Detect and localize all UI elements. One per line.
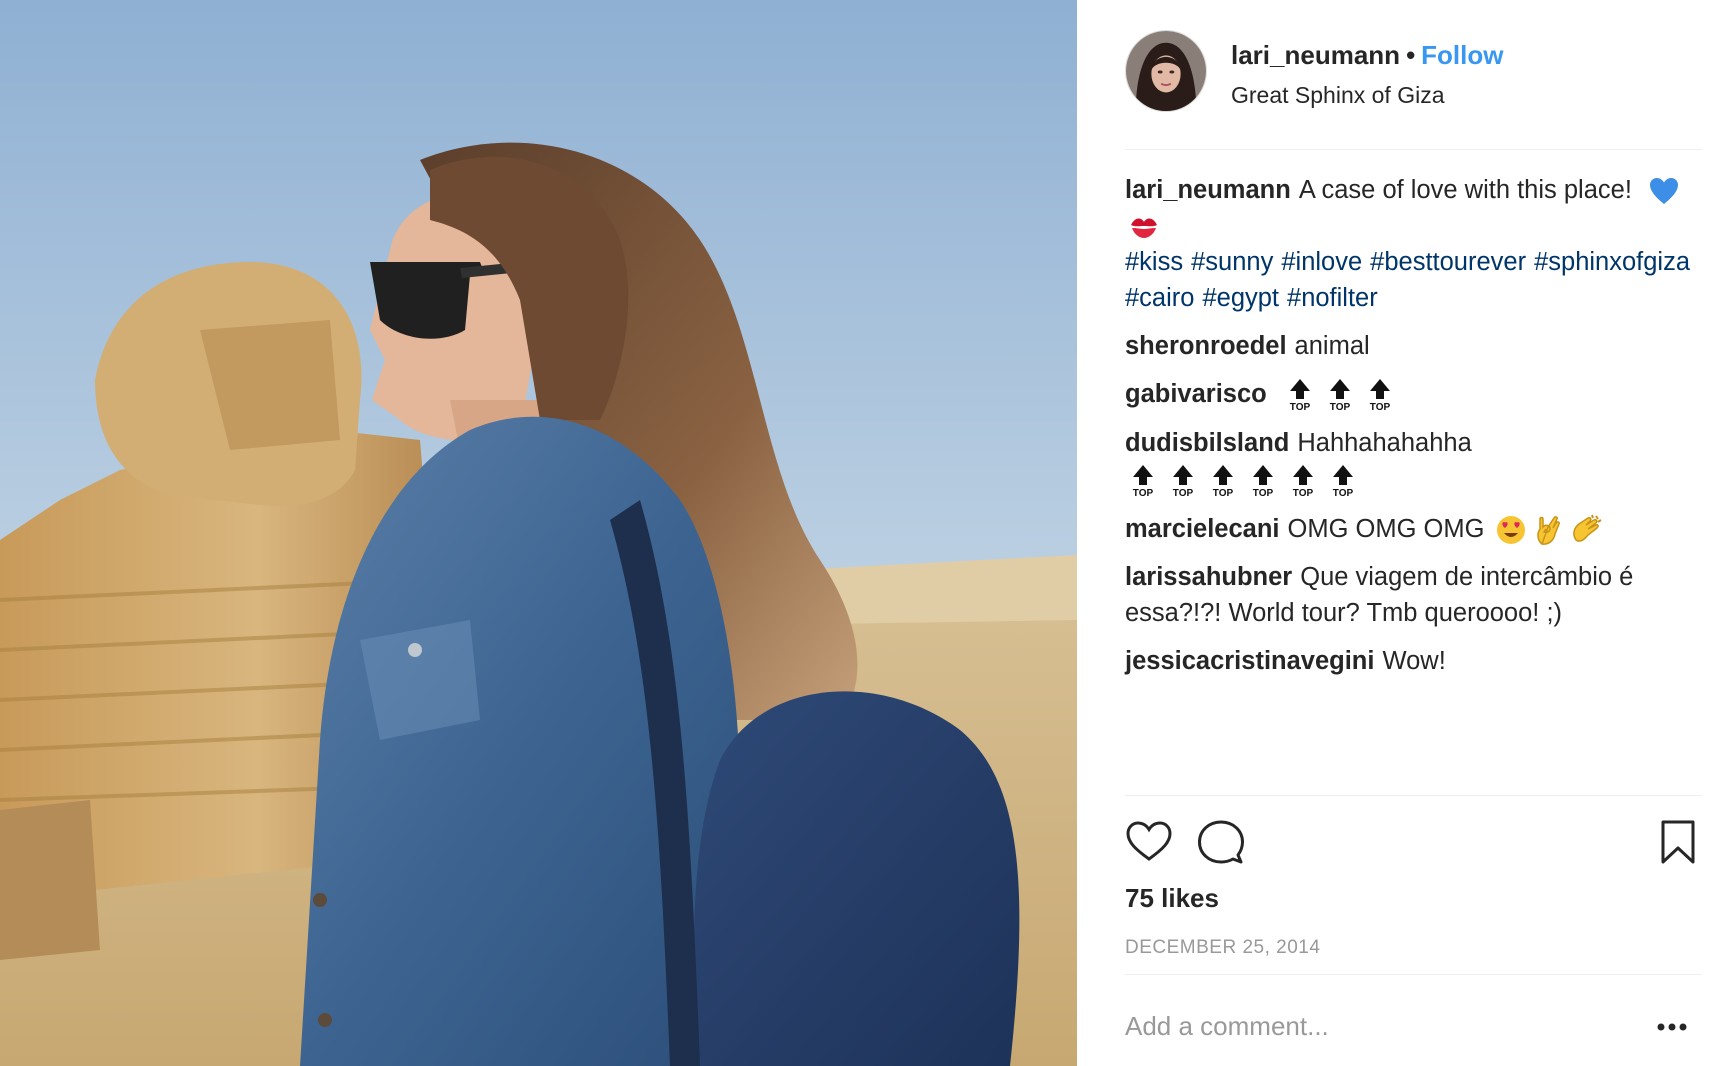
hashtag-link[interactable]: #inlove xyxy=(1281,248,1362,276)
comment-text: Wow! xyxy=(1382,646,1446,675)
ellipsis-icon xyxy=(1657,1023,1687,1031)
svg-text:TOP: TOP xyxy=(1293,488,1314,499)
user-avatar[interactable] xyxy=(1125,30,1207,112)
top-arrow-icon: TOP xyxy=(1205,463,1241,499)
header-username-link[interactable]: lari_neumann xyxy=(1231,40,1400,70)
comments-list: lari_neumann A case of love with this pla… xyxy=(1125,172,1702,691)
like-button[interactable] xyxy=(1125,818,1173,866)
svg-text:TOP: TOP xyxy=(1133,488,1154,499)
add-comment-input[interactable] xyxy=(1125,1006,1625,1046)
hashtag-link[interactable]: #sunny xyxy=(1191,248,1273,276)
svg-text:TOP: TOP xyxy=(1173,488,1194,499)
hashtag-link[interactable]: #kiss xyxy=(1125,248,1183,276)
top-arrow-icon: TOP xyxy=(1125,463,1161,499)
header-name-line: lari_neumann • Follow xyxy=(1231,39,1504,71)
svg-text:TOP: TOP xyxy=(1330,402,1351,413)
hashtag-link[interactable]: #cairo xyxy=(1125,284,1194,312)
comment-input-divider xyxy=(1125,974,1702,975)
post-side-panel: lari_neumann • Follow Great Sphinx of Giza… xyxy=(1077,0,1720,1066)
comment-item: dudisbilsland Hahhahahahha TOP TOP TOP TOP TO… xyxy=(1125,425,1702,498)
sphinx-photo-illustration xyxy=(0,0,1077,1066)
comment-username-link[interactable]: jessicacristinavegini xyxy=(1125,647,1374,675)
comment-button[interactable] xyxy=(1197,818,1245,866)
heart-outline-icon xyxy=(1126,821,1172,861)
hashtag-link[interactable]: #egypt xyxy=(1202,284,1279,312)
top-arrow-icon: TOP xyxy=(1282,377,1318,413)
comment-username-link[interactable]: dudisbilsland xyxy=(1125,429,1289,457)
location-link[interactable]: Great Sphinx of Giza xyxy=(1231,80,1445,110)
comment-username-link[interactable]: marcielecani xyxy=(1125,515,1280,543)
svg-text:TOP: TOP xyxy=(1253,488,1274,499)
caption-username-link[interactable]: lari_neumann xyxy=(1125,176,1291,204)
top-badge-group: TOP TOP TOP xyxy=(1282,379,1402,413)
actions-divider xyxy=(1125,795,1702,796)
svg-text:TOP: TOP xyxy=(1213,488,1234,499)
comment-text: OMG OMG OMG xyxy=(1287,514,1485,543)
follow-button[interactable]: Follow xyxy=(1421,40,1503,70)
post-header: lari_neumann • Follow Great Sphinx of Giza xyxy=(1125,30,1702,150)
comment-username-link[interactable]: sheronroedel xyxy=(1125,332,1287,360)
top-arrow-icon: TOP xyxy=(1322,377,1358,413)
caption: lari_neumann A case of love with this pla… xyxy=(1125,172,1702,316)
hashtag-link[interactable]: #nofilter xyxy=(1287,284,1378,312)
svg-text:TOP: TOP xyxy=(1333,488,1354,499)
more-options-button[interactable] xyxy=(1652,1012,1692,1042)
comment-item: jessicacristinavegini Wow! xyxy=(1125,643,1702,679)
svg-text:TOP: TOP xyxy=(1290,402,1311,413)
heart-eyes-icon xyxy=(1496,515,1526,545)
bookmark-icon xyxy=(1661,820,1695,864)
blue-heart-icon xyxy=(1649,177,1679,205)
action-bar xyxy=(1125,818,1702,866)
hashtag-link[interactable]: #besttourever xyxy=(1370,248,1526,276)
kiss-mark-icon xyxy=(1129,215,1159,239)
top-arrow-icon: TOP xyxy=(1362,377,1398,413)
comment-item: marcielecani OMG OMG OMG xyxy=(1125,511,1702,547)
save-button[interactable] xyxy=(1654,818,1702,866)
top-badge-group: TOP TOP TOP TOP TOP TOP xyxy=(1125,464,1365,499)
comment-text: Hahhahahahha xyxy=(1297,429,1472,458)
comment-item: larissahubner Que viagem de intercâmbio é… xyxy=(1125,559,1702,631)
comment-username-link[interactable]: gabivarisco xyxy=(1125,380,1267,408)
separator-dot: • xyxy=(1406,40,1416,70)
hashtag-link[interactable]: #sphinxofgiza xyxy=(1534,248,1690,276)
clapping-hands-icon xyxy=(1570,514,1604,546)
profile-photo-icon xyxy=(1126,31,1206,111)
caption-text: A case of love with this place! xyxy=(1298,176,1632,204)
post-date: DECEMBER 25, 2014 xyxy=(1125,937,1321,958)
likes-count[interactable]: 75 likes xyxy=(1125,883,1219,914)
ok-hand-icon xyxy=(1534,515,1562,545)
comment-item: sheronroedel animal xyxy=(1125,328,1702,364)
svg-text:TOP: TOP xyxy=(1370,402,1391,413)
speech-bubble-icon xyxy=(1198,820,1244,864)
comment-text: animal xyxy=(1294,332,1370,360)
comment-username-link[interactable]: larissahubner xyxy=(1125,563,1292,591)
top-arrow-icon: TOP xyxy=(1325,463,1361,499)
post-photo[interactable] xyxy=(0,0,1077,1066)
top-arrow-icon: TOP xyxy=(1165,463,1201,499)
top-arrow-icon: TOP xyxy=(1285,463,1321,499)
top-arrow-icon: TOP xyxy=(1245,463,1281,499)
comment-item: gabivarisco TOP TOP TOP xyxy=(1125,376,1702,413)
